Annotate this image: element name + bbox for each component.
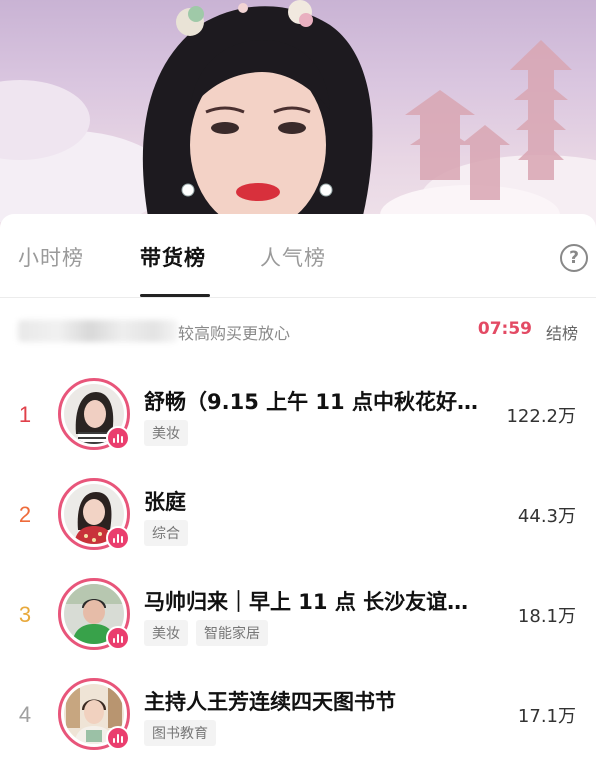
rank-number: 2 xyxy=(18,502,32,527)
ranking-row[interactable]: 1 舒畅（9.15 上午 11 点中秋花好… 美妆 122.2万 xyxy=(0,378,596,468)
rank-number: 4 xyxy=(18,702,32,727)
live-icon xyxy=(106,726,130,750)
avatar[interactable] xyxy=(58,578,130,650)
ranking-sheet: 小时榜 带货榜 人气榜 ? 较高购买更放心 07:59 结榜 1 舒畅（9.15… xyxy=(0,214,596,757)
tag-list: 综合 xyxy=(144,520,188,546)
sales-value: 122.2万 xyxy=(506,406,576,427)
notice-row: 较高购买更放心 07:59 结榜 xyxy=(0,298,596,360)
category-tag: 智能家居 xyxy=(196,620,268,646)
blurred-notice-text xyxy=(18,320,178,342)
avatar[interactable] xyxy=(58,478,130,550)
sales-value: 18.1万 xyxy=(517,606,576,627)
ranking-row[interactable]: 4 主持人王芳连续四天图书节 图书教育 17.1万 xyxy=(0,678,596,757)
rank-number: 1 xyxy=(18,402,32,427)
streamer-name: 张庭 xyxy=(144,490,186,514)
active-tab-indicator xyxy=(140,294,210,297)
category-tag: 综合 xyxy=(144,520,188,546)
tab-sales[interactable]: 带货榜 xyxy=(140,242,206,272)
streamer-name: 舒畅（9.15 上午 11 点中秋花好… xyxy=(144,390,478,414)
tab-popularity[interactable]: 人气榜 xyxy=(260,242,326,272)
live-icon xyxy=(106,626,130,650)
category-tag: 图书教育 xyxy=(144,720,216,746)
hero-banner xyxy=(0,0,596,228)
ranking-row[interactable]: 2 张庭 综合 44.3万 xyxy=(0,478,596,568)
sales-value: 17.1万 xyxy=(517,706,576,727)
avatar[interactable] xyxy=(58,378,130,450)
countdown-timer: 07:59 xyxy=(477,319,532,339)
avatar[interactable] xyxy=(58,678,130,750)
streamer-name: 马帅归来｜早上 11 点 长沙友谊… xyxy=(144,590,469,614)
ranking-row[interactable]: 3 马帅归来｜早上 11 点 长沙友谊… 美妆 智能家居 18.1万 xyxy=(0,578,596,668)
category-tag: 美妆 xyxy=(144,620,188,646)
category-tag: 美妆 xyxy=(144,420,188,446)
streamer-name: 主持人王芳连续四天图书节 xyxy=(144,690,396,714)
live-icon xyxy=(106,426,130,450)
rank-number: 3 xyxy=(18,602,32,627)
question-circle-icon[interactable]: ? xyxy=(560,244,588,272)
live-icon xyxy=(106,526,130,550)
tag-list: 美妆 智能家居 xyxy=(144,620,268,646)
tab-hourly[interactable]: 小时榜 xyxy=(18,242,84,272)
countdown-label: 结榜 xyxy=(545,324,578,343)
notice-text: 较高购买更放心 xyxy=(178,324,291,343)
tab-bar: 小时榜 带货榜 人气榜 ? xyxy=(0,214,596,298)
hero-illustration xyxy=(0,0,596,228)
tag-list: 图书教育 xyxy=(144,720,216,746)
sales-value: 44.3万 xyxy=(517,506,576,527)
tag-list: 美妆 xyxy=(144,420,188,446)
